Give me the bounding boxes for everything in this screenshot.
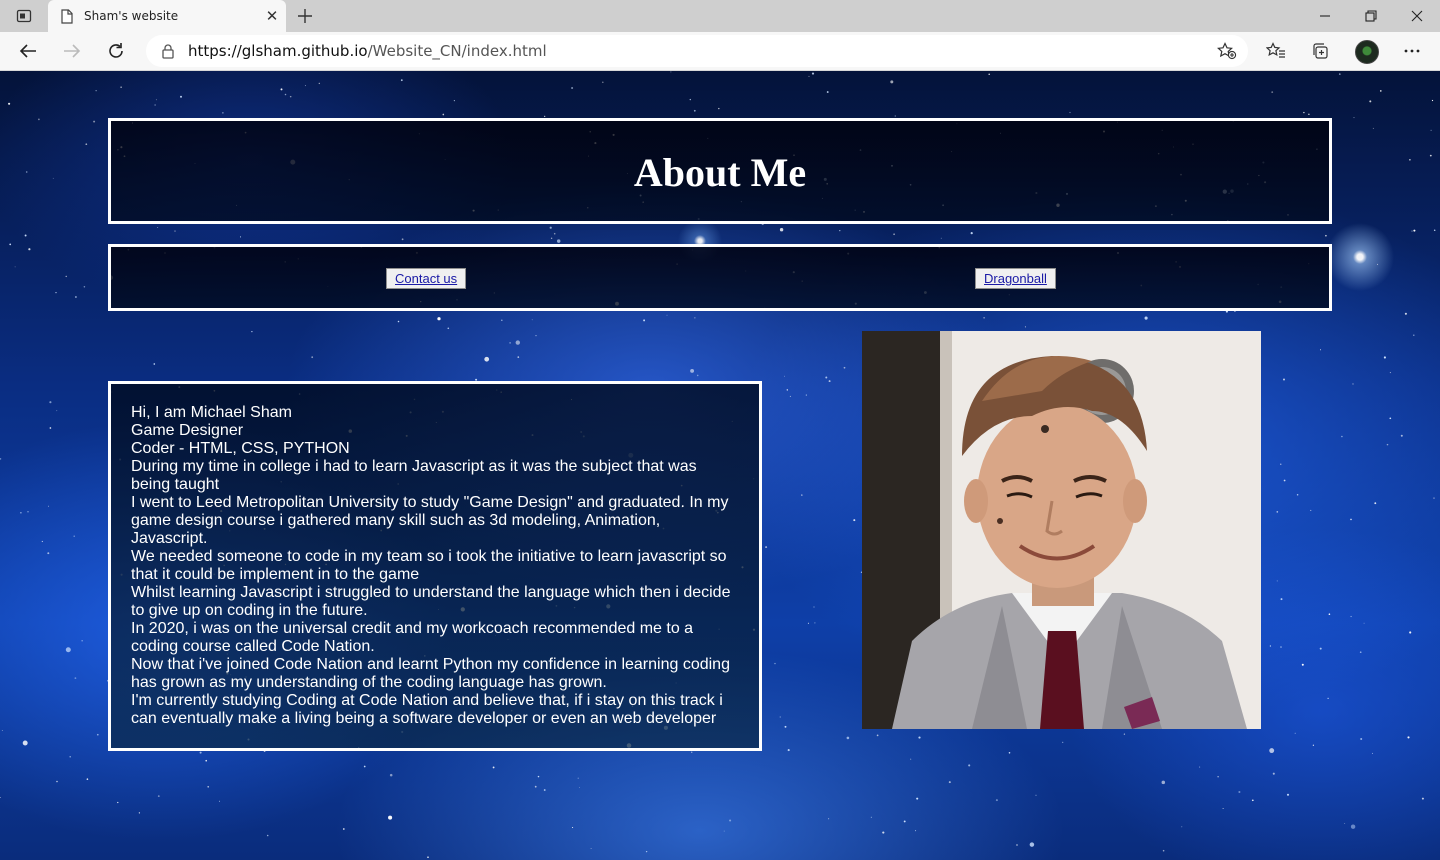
bio-line: Whilst learning Javascript i struggled t… (131, 584, 731, 601)
url-host: https://glsham.github.io (188, 42, 368, 60)
forward-arrow-icon[interactable] (57, 37, 87, 65)
bio-line: coding course called Code Nation. (131, 638, 375, 655)
bio-line: Hi, I am Michael Sham (131, 404, 292, 421)
refresh-icon[interactable] (101, 37, 131, 65)
bio-line: Now that i've joined Code Nation and lea… (131, 656, 730, 673)
page-favicon-icon (60, 8, 74, 24)
contact-us-link[interactable]: Contact us (386, 268, 467, 289)
bio-line: can eventually make a living being a sof… (131, 710, 717, 727)
url-text[interactable]: https://glsham.github.io/Website_CN/inde… (188, 42, 1210, 60)
browser-tab[interactable]: Sham's website ✕ (48, 0, 286, 32)
bio-line: In 2020, i was on the universal credit a… (131, 620, 694, 637)
bio-line: Coder - HTML, CSS, PYTHON (131, 440, 350, 457)
page-viewport: About Me Contact us Dragonball Hi, I am … (0, 71, 1440, 860)
minimize-icon[interactable] (1302, 0, 1348, 32)
bio-line: We needed someone to code in my team so … (131, 548, 727, 565)
bio-line: Game Designer (131, 422, 244, 439)
nav-bar: Contact us Dragonball (108, 244, 1332, 311)
profile-photo (862, 331, 1261, 729)
bio-line: I went to Leed Metropolitan University t… (131, 494, 729, 511)
address-bar[interactable]: https://glsham.github.io/Website_CN/inde… (146, 35, 1248, 67)
url-path: /Website_CN/index.html (367, 42, 547, 60)
favorites-icon[interactable] (1260, 37, 1292, 65)
more-options-icon[interactable] (1396, 37, 1428, 65)
lock-icon[interactable] (158, 43, 178, 59)
browser-toolbar: https://glsham.github.io/Website_CN/inde… (0, 32, 1440, 71)
window-controls (1302, 0, 1440, 32)
tab-title: Sham's website (84, 9, 179, 23)
browser-tab-bar: Sham's website ✕ (0, 0, 1440, 32)
bio-line: that it could be implement in to the gam… (131, 566, 420, 583)
new-tab-icon[interactable] (292, 4, 318, 28)
profile-avatar[interactable] (1355, 40, 1379, 64)
close-window-icon[interactable] (1394, 0, 1440, 32)
add-favorite-icon[interactable] (1210, 42, 1244, 60)
close-tab-icon[interactable]: ✕ (258, 2, 286, 30)
dragonball-link[interactable]: Dragonball (975, 268, 1056, 289)
bio-line: game design course i gathered many skill… (131, 512, 661, 529)
collections-icon[interactable] (1304, 37, 1336, 65)
bio-line: to give up on coding in the future. (131, 602, 368, 619)
about-text-box: Hi, I am Michael Sham Game Designer Coder … (108, 381, 762, 751)
header-box: About Me (108, 118, 1332, 224)
bio-line: has grown as my understanding of the cod… (131, 674, 607, 691)
bio-line: I'm currently studying Coding at Code Na… (131, 692, 723, 709)
bio-line: Javascript. (131, 530, 208, 547)
back-arrow-icon[interactable] (13, 37, 43, 65)
bio-line: During my time in college i had to learn… (131, 458, 697, 475)
page-title: About Me (633, 149, 807, 195)
tab-actions-icon[interactable] (12, 6, 36, 26)
bio-line: being taught (131, 476, 220, 493)
restore-icon[interactable] (1348, 0, 1394, 32)
